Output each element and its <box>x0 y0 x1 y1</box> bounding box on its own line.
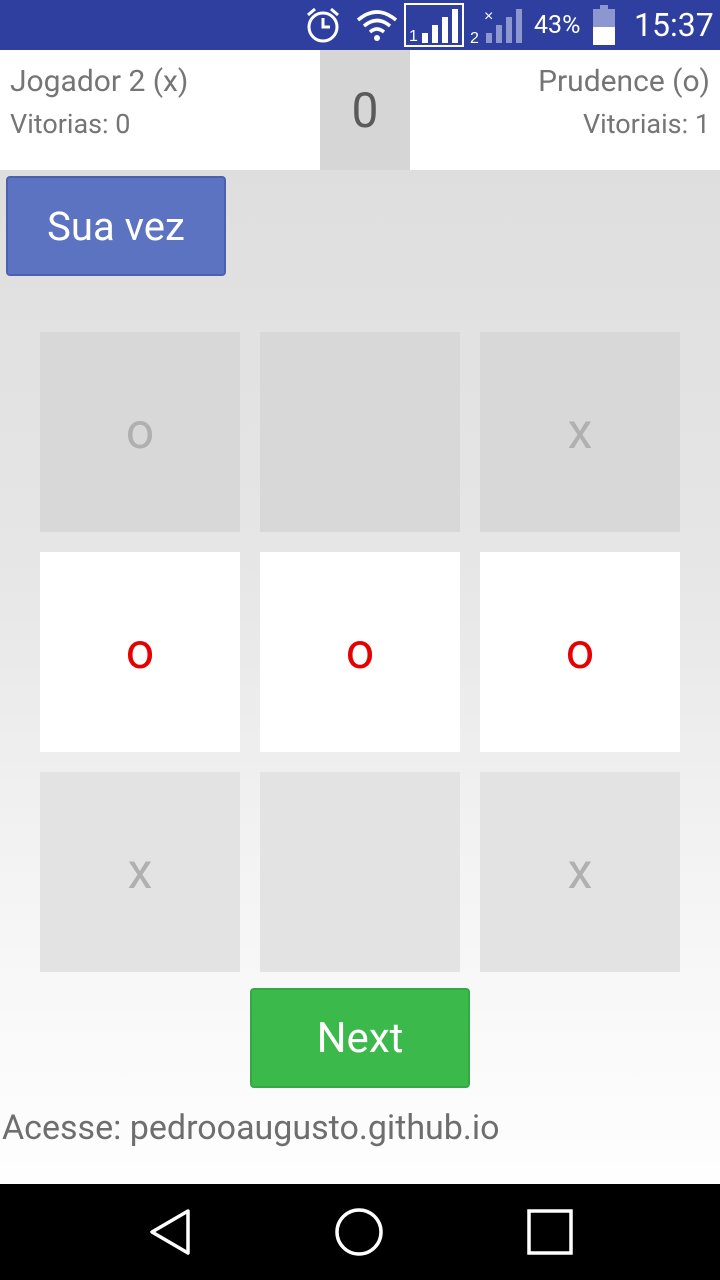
svg-text:×: × <box>484 8 493 25</box>
status-bar: 1 2 × 43% 15:37 <box>0 0 720 50</box>
board-cell-r1c1[interactable]: o <box>40 332 240 532</box>
svg-text:1: 1 <box>409 28 418 45</box>
navigation-bar <box>0 1184 720 1280</box>
board-cell-r3c1[interactable]: x <box>40 772 240 972</box>
player1-wins: Vitorias: 0 <box>10 108 131 140</box>
game-board: o x o o o x x <box>40 332 680 972</box>
board-cell-r3c3[interactable]: x <box>480 772 680 972</box>
board-cell-r3c2[interactable] <box>260 772 460 972</box>
wifi-icon <box>356 0 398 50</box>
clock: 15:37 <box>634 6 714 44</box>
signal-sim1-icon: 1 <box>404 0 464 50</box>
battery-percent: 43% <box>534 10 581 40</box>
board-cell-r2c2[interactable]: o <box>260 552 460 752</box>
player1-name: Jogador 2 (x) <box>10 64 189 99</box>
footer-link[interactable]: Acesse: pedrooaugusto.github.io <box>2 1108 500 1148</box>
next-button[interactable]: Next <box>250 988 470 1088</box>
battery-icon <box>592 0 618 50</box>
svg-text:2: 2 <box>470 30 479 47</box>
draw-count: 0 <box>320 50 410 170</box>
signal-sim2-icon: 2 × <box>468 0 526 50</box>
board-cell-r2c3[interactable]: o <box>480 552 680 752</box>
board-cell-r1c2[interactable] <box>260 332 460 532</box>
alarm-icon <box>304 0 344 50</box>
back-icon[interactable] <box>142 1204 198 1260</box>
recent-apps-icon[interactable] <box>522 1204 578 1260</box>
player2-name: Prudence (o) <box>538 64 710 99</box>
scoreboard: Jogador 2 (x) Vitorias: 0 0 Prudence (o)… <box>0 50 720 170</box>
board-cell-r2c1[interactable]: o <box>40 552 240 752</box>
player2-wins: Vitoriais: 1 <box>582 108 710 140</box>
home-icon[interactable] <box>331 1204 387 1260</box>
turn-indicator-button[interactable]: Sua vez <box>6 176 226 276</box>
board-cell-r1c3[interactable]: x <box>480 332 680 532</box>
game-screen: Jogador 2 (x) Vitorias: 0 0 Prudence (o)… <box>0 50 720 1184</box>
